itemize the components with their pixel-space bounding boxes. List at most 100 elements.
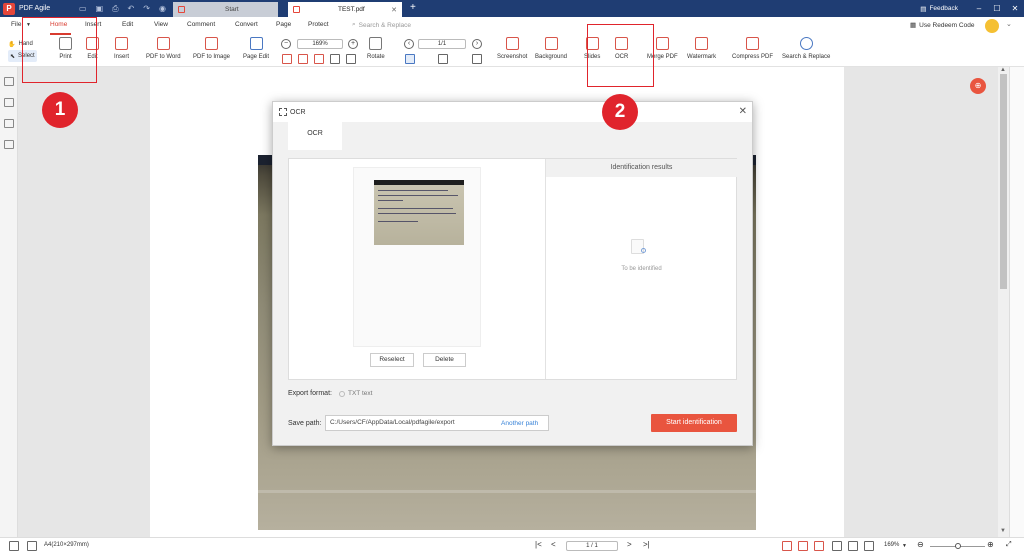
background-button[interactable]: Background — [535, 37, 567, 60]
compress-pdf-button[interactable]: Compress PDF — [732, 37, 773, 60]
redo-icon[interactable]: ↷ — [143, 4, 150, 14]
screenshot-icon — [505, 37, 519, 50]
two-page-icon[interactable] — [848, 541, 858, 551]
txt-radio[interactable] — [339, 391, 345, 397]
screenshot-button[interactable]: Screenshot — [497, 37, 527, 60]
scroll-down-icon[interactable]: ▼ — [1000, 528, 1006, 534]
view-mode-2-icon[interactable] — [798, 541, 808, 551]
annotation-box-home-print — [22, 17, 97, 83]
scrollbar-thumb[interactable] — [1000, 74, 1007, 289]
status-zoom-in-icon[interactable]: ⊕ — [987, 540, 994, 549]
user-avatar[interactable] — [985, 19, 999, 33]
next-page-icon[interactable]: > — [627, 540, 632, 549]
zoom-slider-knob[interactable] — [955, 543, 961, 549]
print-icon[interactable]: ⎙ — [112, 4, 118, 14]
page-icon[interactable] — [27, 541, 37, 551]
feedback-button[interactable]: ▤ Feedback — [920, 5, 958, 13]
scroll-up-icon[interactable]: ▲ — [1000, 67, 1006, 73]
zoom-in-button[interactable]: + — [348, 39, 358, 49]
dialog-body: Reselect Delete Identification results T… — [273, 150, 752, 445]
last-page-icon[interactable]: >| — [643, 540, 650, 549]
right-panel-strip — [1009, 67, 1024, 537]
zoom-out-button[interactable]: − — [281, 39, 291, 49]
fit-width-icon[interactable] — [298, 54, 308, 64]
close-tab-icon[interactable]: ✕ — [391, 6, 397, 14]
pdf-to-image-button[interactable]: PDF to Image — [193, 37, 230, 60]
annotation-list-icon[interactable] — [4, 119, 14, 128]
export-format-value[interactable]: TXT text — [348, 390, 372, 397]
menu-bar: File ▼ Home Insert Edit View Comment Con… — [0, 17, 1024, 35]
tab-test-pdf[interactable]: TEST.pdf ✕ — [288, 2, 402, 17]
redeem-code-button[interactable]: ▦ Use Redeem Code — [910, 21, 974, 30]
sidebar-toggle-icon[interactable] — [9, 541, 19, 551]
page-edit-button[interactable]: Page Edit — [243, 37, 269, 60]
menu-view[interactable]: View — [154, 21, 168, 28]
attachment-icon[interactable] — [4, 140, 14, 149]
status-zoom-out-icon[interactable]: ⊖ — [917, 540, 924, 549]
zoom-dropdown-icon[interactable]: ▼ — [902, 543, 907, 549]
maximize-button[interactable]: ☐ — [988, 4, 1006, 13]
close-dialog-icon[interactable]: ✕ — [739, 106, 747, 117]
fullscreen-icon[interactable]: ⤢ — [1006, 541, 1012, 549]
thumbnails-icon[interactable] — [4, 77, 14, 86]
watermark-button[interactable]: Watermark — [687, 37, 716, 60]
prev-page-icon[interactable]: < — [551, 540, 556, 549]
single-page-icon[interactable] — [832, 541, 842, 551]
scroll-view-icon[interactable] — [864, 541, 874, 551]
two-page-view-icon[interactable] — [438, 54, 448, 64]
rotate-icon — [369, 37, 383, 50]
first-page-icon[interactable]: |< — [535, 540, 542, 549]
menu-edit[interactable]: Edit — [122, 21, 133, 28]
view-mode-1-icon[interactable] — [782, 541, 792, 551]
search-replace-button[interactable]: Search & Replace — [782, 37, 830, 60]
ocr-scan-icon — [279, 108, 287, 116]
menu-file[interactable]: File — [11, 21, 21, 28]
record-icon[interactable]: ◉ — [159, 4, 166, 14]
undo-icon[interactable]: ↶ — [128, 4, 135, 14]
handwriting-line — [378, 221, 418, 222]
new-tab-button[interactable]: + — [410, 2, 416, 13]
menu-page[interactable]: Page — [276, 21, 291, 28]
export-format-label: Export format: — [288, 390, 332, 397]
open-folder-icon[interactable]: ▭ — [79, 4, 87, 14]
watermark-icon — [695, 37, 709, 50]
actual-size-icon[interactable] — [314, 54, 324, 64]
menu-convert[interactable]: Convert — [235, 21, 258, 28]
rotate-right-icon[interactable] — [346, 54, 356, 64]
start-identification-button[interactable]: Start identification — [651, 414, 737, 432]
tab-start[interactable]: Start — [173, 2, 278, 17]
minimize-button[interactable]: – — [970, 4, 988, 13]
menu-comment[interactable]: Comment — [187, 21, 215, 28]
search-replace-box[interactable]: ⌕ Search & Replace — [352, 21, 411, 29]
insert-button[interactable]: Insert — [114, 37, 129, 60]
tab-ocr[interactable]: OCR — [288, 122, 342, 150]
pdf-to-word-button[interactable]: PDF to Word — [146, 37, 181, 60]
close-window-button[interactable]: ✕ — [1006, 4, 1024, 13]
view-mode-3-icon[interactable] — [814, 541, 824, 551]
save-icon[interactable]: ▣ — [96, 4, 104, 14]
another-path-link[interactable]: Another path — [501, 420, 538, 427]
chevron-down-icon[interactable]: ⌄ — [1006, 20, 1012, 28]
single-page-view-icon[interactable] — [405, 54, 415, 64]
page-number-input[interactable]: 1/1 — [418, 39, 466, 49]
continuous-view-icon[interactable] — [472, 54, 482, 64]
floating-tool-icon[interactable]: ⊕ — [970, 78, 986, 94]
rotate-left-icon[interactable] — [330, 54, 340, 64]
previous-page-button[interactable]: ‹ — [404, 39, 414, 49]
status-page-input[interactable]: 1 / 1 — [566, 541, 618, 551]
pdf-file-icon — [293, 6, 300, 13]
zoom-input[interactable]: 169% — [297, 39, 343, 49]
next-page-button[interactable]: › — [472, 39, 482, 49]
status-zoom-label[interactable]: 169% — [884, 542, 899, 548]
reselect-button[interactable]: Reselect — [370, 353, 414, 367]
rotate-button[interactable]: Rotate — [367, 37, 385, 60]
watermark-label: Watermark — [687, 54, 717, 60]
grid-view-icon[interactable] — [4, 98, 14, 107]
app-logo-icon: P — [3, 2, 15, 15]
screenshot-label: Screenshot — [497, 54, 528, 60]
hand-icon: ✋ — [8, 41, 16, 48]
menu-protect[interactable]: Protect — [308, 21, 329, 28]
delete-button[interactable]: Delete — [423, 353, 466, 367]
page-edit-icon — [249, 37, 263, 50]
fit-page-icon[interactable] — [282, 54, 292, 64]
